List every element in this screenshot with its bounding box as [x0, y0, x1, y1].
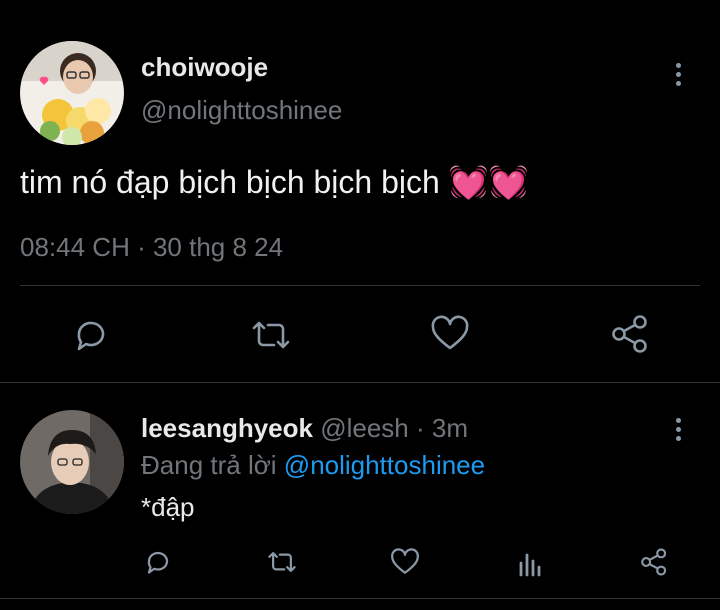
reply-reply-icon[interactable]: [143, 547, 173, 577]
replying-to-line: Đang trả lời @nolighttoshinee: [141, 450, 485, 481]
reply-display-name[interactable]: leesanghyeok: [141, 413, 313, 443]
reply-retweet-icon[interactable]: [265, 547, 299, 577]
tweet-timestamp[interactable]: 08:44 CH · 30 thg 8 24: [20, 232, 283, 263]
reply-like-icon[interactable]: [390, 548, 420, 578]
divider: [0, 382, 720, 383]
replying-prefix: Đang trả lời: [141, 450, 277, 480]
reply-more-options-icon[interactable]: [675, 418, 681, 441]
author-display-name[interactable]: choiwooje: [141, 52, 268, 83]
divider: [20, 285, 700, 286]
tweet-text: tim nó đạp bịch bịch bịch bịch 💓💓: [20, 164, 529, 200]
reply-share-icon[interactable]: [639, 547, 669, 577]
reply-header: leesanghyeok @leesh · 3m: [141, 413, 468, 444]
retweet-icon[interactable]: [248, 315, 294, 355]
replying-to-link[interactable]: @nolighttoshinee: [284, 450, 485, 480]
divider: [0, 598, 720, 599]
reply-avatar[interactable]: [20, 410, 124, 514]
views-icon[interactable]: [517, 549, 545, 577]
reply-handle[interactable]: @leesh: [320, 413, 409, 443]
reply-time[interactable]: · 3m: [416, 413, 468, 443]
share-icon[interactable]: [609, 313, 651, 355]
like-icon[interactable]: [430, 315, 470, 355]
reply-icon[interactable]: [71, 315, 111, 355]
author-avatar[interactable]: [20, 41, 124, 145]
reply-text: *đập: [141, 492, 195, 522]
author-handle[interactable]: @nolighttoshinee: [141, 95, 342, 126]
more-options-icon[interactable]: [675, 63, 681, 86]
